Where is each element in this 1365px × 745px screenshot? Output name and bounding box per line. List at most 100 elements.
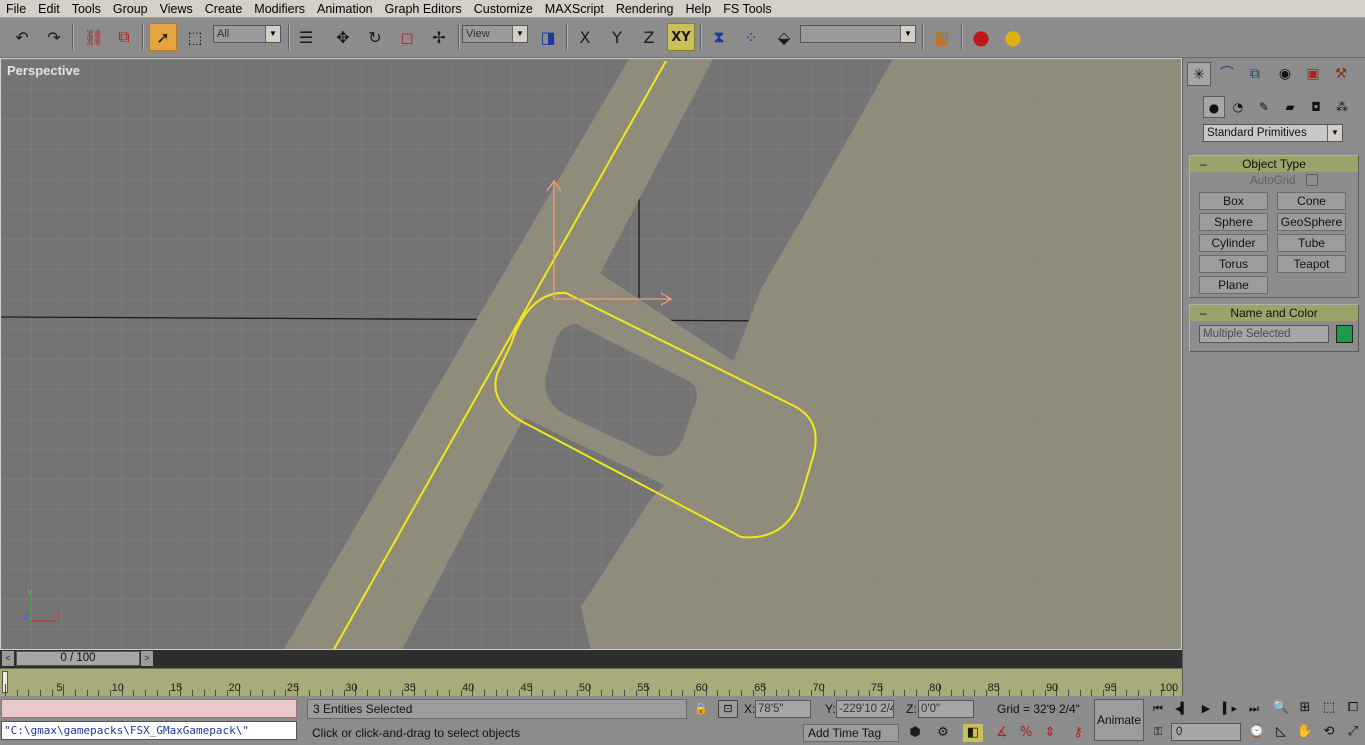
time-slider-prev-button[interactable]: < — [2, 651, 14, 666]
unlink-icon[interactable]: ⧉ — [110, 23, 138, 51]
y-coord-field[interactable]: -229'10 2/4 — [836, 700, 894, 718]
gear-icon[interactable]: ⚙ — [933, 724, 953, 742]
select-and-link-icon[interactable]: ⛓ — [80, 23, 108, 51]
menu-fs-tools[interactable]: FS Tools — [717, 0, 777, 18]
selection-region-icon[interactable]: ⬚ — [181, 23, 209, 51]
hierarchy-tab-icon[interactable]: ⧉ — [1243, 62, 1267, 86]
arc-rotate-icon[interactable]: ⟲ — [1318, 722, 1340, 742]
box-button[interactable]: Box — [1199, 192, 1268, 210]
field-of-view-icon[interactable]: ◺ — [1270, 722, 1292, 742]
object-color-swatch[interactable] — [1336, 325, 1353, 343]
geometry-icon[interactable]: ● — [1203, 96, 1225, 118]
next-frame-icon[interactable]: ▍▸ — [1220, 700, 1240, 718]
menu-rendering[interactable]: Rendering — [610, 0, 680, 18]
selection-lock-icon[interactable]: 🔒 — [694, 702, 708, 715]
menu-views[interactable]: Views — [154, 0, 199, 18]
scale-icon[interactable]: ◻ — [393, 23, 421, 51]
select-by-name-icon[interactable]: ☰ — [292, 23, 320, 51]
menu-edit[interactable]: Edit — [32, 0, 66, 18]
motion-tab-icon[interactable]: ◉ — [1273, 62, 1297, 86]
add-time-tag-button[interactable]: Add Time Tag — [803, 724, 899, 742]
rotate-icon[interactable]: ↻ — [361, 23, 389, 51]
menu-graph-editors[interactable]: Graph Editors — [379, 0, 468, 18]
lights-icon[interactable]: ✎ — [1253, 96, 1275, 118]
animate-button[interactable]: Animate — [1094, 699, 1144, 741]
viewport-scene[interactable] — [1, 59, 1182, 650]
menu-maxscript[interactable]: MAXScript — [539, 0, 610, 18]
adaptive-degradation-icon[interactable]: ⬢ — [905, 724, 925, 742]
redo-icon[interactable]: ↷ — [40, 23, 68, 51]
quick-render-icon[interactable]: ● — [999, 23, 1027, 51]
restrict-xy-button[interactable]: XY — [667, 23, 695, 51]
menu-modifiers[interactable]: Modifiers — [248, 0, 311, 18]
pan-icon[interactable]: ✋ — [1294, 722, 1316, 742]
autogrid-checkbox[interactable] — [1306, 174, 1318, 186]
spinner-snap-icon[interactable]: ⇕ — [1040, 724, 1060, 742]
cone-button[interactable]: Cone — [1277, 192, 1346, 210]
object-type-rollout-header[interactable]: – Object Type — [1190, 156, 1358, 172]
track-bar[interactable]: 5 10 15 20 25 30 35 40 45 50 55 60 65 70 75 80 85 90 95 100 — [0, 668, 1182, 696]
restrict-x-button[interactable]: X — [571, 23, 599, 51]
zoom-icon[interactable]: 🔍 — [1270, 698, 1292, 718]
use-center-icon[interactable]: ◨ — [534, 23, 562, 51]
primitive-type-dropdown[interactable]: Standard Primitives ▼ — [1203, 124, 1343, 142]
select-object-icon[interactable]: ➚ — [149, 23, 177, 51]
maxscript-listener-input[interactable]: "C:\gmax\gamepacks\FSX_GMaxGamepack\" — [1, 721, 297, 740]
menu-group[interactable]: Group — [107, 0, 154, 18]
restrict-z-button[interactable]: Z — [635, 23, 663, 51]
viewport-label[interactable]: Perspective — [7, 63, 80, 78]
selection-filter-dropdown[interactable]: All ▼ — [213, 25, 281, 43]
play-icon[interactable]: ▶ — [1196, 700, 1216, 718]
go-to-start-icon[interactable]: ⏮ — [1148, 700, 1168, 718]
menu-help[interactable]: Help — [680, 0, 718, 18]
cameras-icon[interactable]: ▰ — [1279, 96, 1301, 118]
align-icon[interactable]: ⬙ — [770, 23, 798, 51]
named-selection-dropdown[interactable]: ▼ — [800, 25, 916, 43]
utilities-tab-icon[interactable]: ⚒ — [1329, 62, 1353, 86]
previous-frame-icon[interactable]: ◂▍ — [1172, 700, 1192, 718]
menu-customize[interactable]: Customize — [468, 0, 539, 18]
zoom-extents-all-icon[interactable]: ⧠ — [1342, 698, 1364, 718]
tube-button[interactable]: Tube — [1277, 234, 1346, 252]
maximize-viewport-icon[interactable]: ⤢ — [1342, 722, 1364, 742]
snap-toggle-icon[interactable]: ◧ — [963, 724, 983, 742]
time-slider-next-button[interactable]: > — [141, 651, 153, 666]
key-filter-icon[interactable]: ⚷ — [1068, 724, 1088, 742]
key-mode-icon[interactable]: ⚿ — [1148, 723, 1168, 741]
absolute-mode-toggle[interactable]: ⊡ — [718, 700, 738, 718]
restrict-y-button[interactable]: Y — [603, 23, 631, 51]
z-coord-field[interactable]: 0'0" — [918, 700, 974, 718]
render-scene-icon[interactable]: ● — [967, 23, 995, 51]
angle-snap-icon[interactable]: ∡ — [992, 724, 1012, 742]
current-frame-field[interactable]: 0 — [1171, 723, 1241, 741]
zoom-extents-icon[interactable]: ⬚ — [1318, 698, 1340, 718]
x-coord-field[interactable]: 78'5" — [755, 700, 811, 718]
mirror-icon[interactable]: ⧗ — [705, 23, 733, 51]
create-tab-icon[interactable]: ✳ — [1187, 62, 1211, 86]
plane-button[interactable]: Plane — [1199, 276, 1268, 294]
maxscript-listener-output[interactable] — [1, 699, 297, 718]
menu-file[interactable]: File — [0, 0, 32, 18]
name-and-color-rollout-header[interactable]: – Name and Color — [1190, 305, 1358, 321]
teapot-button[interactable]: Teapot — [1277, 255, 1346, 273]
space-warps-icon[interactable]: ⁂ — [1331, 96, 1353, 118]
menu-tools[interactable]: Tools — [66, 0, 107, 18]
material-editor-icon[interactable]: ▦ — [928, 23, 956, 51]
go-to-end-icon[interactable]: ⏭ — [1244, 700, 1264, 718]
zoom-all-icon[interactable]: ⊞ — [1294, 698, 1316, 718]
reference-coord-dropdown[interactable]: View ▼ — [462, 25, 528, 43]
shapes-icon[interactable]: ◔ — [1227, 96, 1249, 118]
time-slider[interactable]: < 0 / 100 > — [0, 650, 1182, 668]
menu-animation[interactable]: Animation — [311, 0, 379, 18]
modify-tab-icon[interactable]: ⌒ — [1215, 62, 1239, 86]
move-icon[interactable]: ✥ — [329, 23, 357, 51]
menu-create[interactable]: Create — [199, 0, 249, 18]
cylinder-button[interactable]: Cylinder — [1199, 234, 1268, 252]
pivot-icon[interactable]: ✢ — [425, 23, 453, 51]
sphere-button[interactable]: Sphere — [1199, 213, 1268, 231]
helpers-icon[interactable]: ◘ — [1305, 96, 1327, 118]
percent-snap-icon[interactable]: % — [1016, 724, 1036, 742]
time-slider-thumb[interactable]: 0 / 100 — [16, 651, 140, 666]
geosphere-button[interactable]: GeoSphere — [1277, 213, 1346, 231]
torus-button[interactable]: Torus — [1199, 255, 1268, 273]
